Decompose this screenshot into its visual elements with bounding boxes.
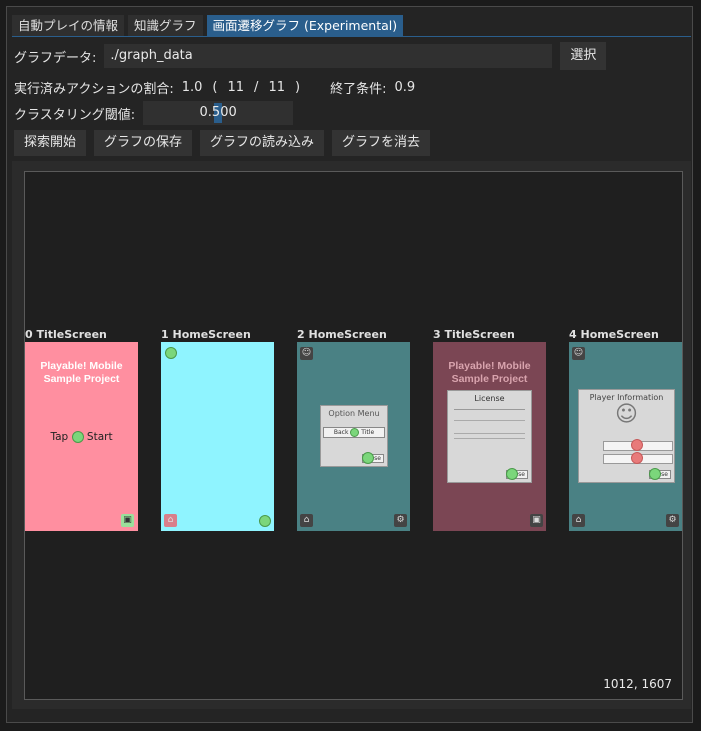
actions-ratio-value: 1.0 xyxy=(181,80,203,95)
dialog-title: License xyxy=(474,394,505,403)
action-marker xyxy=(649,468,661,480)
tab-underline xyxy=(12,36,691,37)
paren-close: ) xyxy=(294,80,301,95)
clustering-threshold-value: 0.500 xyxy=(199,105,237,120)
cat-icon: ☺ xyxy=(300,347,313,360)
graph-data-label: グラフデータ: xyxy=(14,50,97,66)
graph-node[interactable]: 1 HomeScreen ⌂ xyxy=(161,328,277,531)
node-label: 4 HomeScreen xyxy=(569,328,659,341)
game-title: Playable! Mobile Sample Project xyxy=(448,360,531,385)
tab-knowledge-graph[interactable]: 知識グラフ xyxy=(128,15,203,37)
screen-thumbnail: ☺ Option Menu Back Title Close ⌂ ⚙ xyxy=(297,342,410,531)
paren-open: ( xyxy=(212,80,218,95)
end-condition-label: 終了条件: xyxy=(330,82,387,97)
save-graph-button[interactable]: グラフの保存 xyxy=(94,130,193,156)
action-marker xyxy=(631,439,643,451)
action-marker xyxy=(71,431,84,443)
canvas-coordinates: 1012, 1607 xyxy=(603,677,672,691)
clustering-threshold-slider[interactable]: 0.500 xyxy=(143,101,294,125)
graph-node[interactable]: 4 HomeScreen ☺ Player Information ☺ Clos… xyxy=(569,328,682,531)
back-to-title-button: Back Title xyxy=(323,427,385,438)
clear-graph-button[interactable]: グラフを消去 xyxy=(332,130,431,156)
node-label: 3 TitleScreen xyxy=(433,328,515,341)
corner-icon: ▣ xyxy=(530,514,543,527)
dialog-title: Player Information xyxy=(589,393,664,402)
graph-data-input[interactable]: ./graph_data xyxy=(104,44,553,68)
screen-thumbnail: Playable! Mobile Sample Project License … xyxy=(433,342,546,531)
home-icon: ⌂ xyxy=(300,514,313,527)
actions-ratio-label: 実行済みアクションの割合: xyxy=(14,82,174,97)
actions-done-count: 11 xyxy=(227,80,245,95)
option-menu-dialog: Option Menu Back Title Close xyxy=(320,405,388,467)
graph-canvas[interactable]: 0 TitleScreen Playable! Mobile Sample Pr… xyxy=(24,171,683,700)
home-icon: ⌂ xyxy=(164,514,177,527)
node-label: 0 TitleScreen xyxy=(25,328,107,341)
player-information-dialog: Player Information ☺ Close xyxy=(578,389,675,483)
screen-thumbnail: Playable! Mobile Sample Project Tap Star… xyxy=(25,342,138,531)
tab-bar: 自動プレイの情報 知識グラフ 画面遷移グラフ (Experimental) xyxy=(12,15,404,37)
gear-icon: ⚙ xyxy=(394,514,407,527)
graph-node[interactable]: 3 TitleScreen Playable! Mobile Sample Pr… xyxy=(433,328,549,531)
tap-to-start-text: Tap Start xyxy=(50,431,113,443)
screen-thumbnail: ⌂ xyxy=(161,342,274,531)
tab-screen-transition-graph[interactable]: 画面遷移グラフ (Experimental) xyxy=(206,15,404,37)
graph-node[interactable]: 0 TitleScreen Playable! Mobile Sample Pr… xyxy=(25,328,141,531)
graph-node[interactable]: 2 HomeScreen ☺ Option Menu Back Title Cl… xyxy=(297,328,413,531)
screen-thumbnail: ☺ Player Information ☺ Close ⌂ ⚙ xyxy=(569,342,682,531)
node-label: 2 HomeScreen xyxy=(297,328,387,341)
clustering-label: クラスタリング閾値: xyxy=(14,107,136,123)
license-dialog: License Close xyxy=(447,390,532,483)
gear-icon: ⚙ xyxy=(666,514,679,527)
select-button[interactable]: 選択 xyxy=(560,42,607,70)
action-marker xyxy=(631,452,643,464)
tab-autoplay-info[interactable]: 自動プレイの情報 xyxy=(12,15,125,37)
end-condition-value: 0.9 xyxy=(394,80,416,95)
cat-face-icon: ☺ xyxy=(615,402,638,427)
load-graph-button[interactable]: グラフの読み込み xyxy=(200,130,325,156)
slash: / xyxy=(254,80,259,95)
cat-icon: ☺ xyxy=(572,347,585,360)
action-marker xyxy=(362,452,374,464)
dialog-title: Option Menu xyxy=(328,409,380,418)
corner-icon: ▣ xyxy=(121,514,134,527)
action-marker xyxy=(165,347,177,359)
home-icon: ⌂ xyxy=(572,514,585,527)
graph-canvas-panel: 0 TitleScreen Playable! Mobile Sample Pr… xyxy=(12,161,691,709)
action-marker xyxy=(506,468,518,480)
settings-marker xyxy=(259,515,271,527)
actions-total-count: 11 xyxy=(268,80,285,95)
explore-start-button[interactable]: 探索開始 xyxy=(14,130,87,156)
game-title: Playable! Mobile Sample Project xyxy=(40,360,123,385)
node-label: 1 HomeScreen xyxy=(161,328,251,341)
